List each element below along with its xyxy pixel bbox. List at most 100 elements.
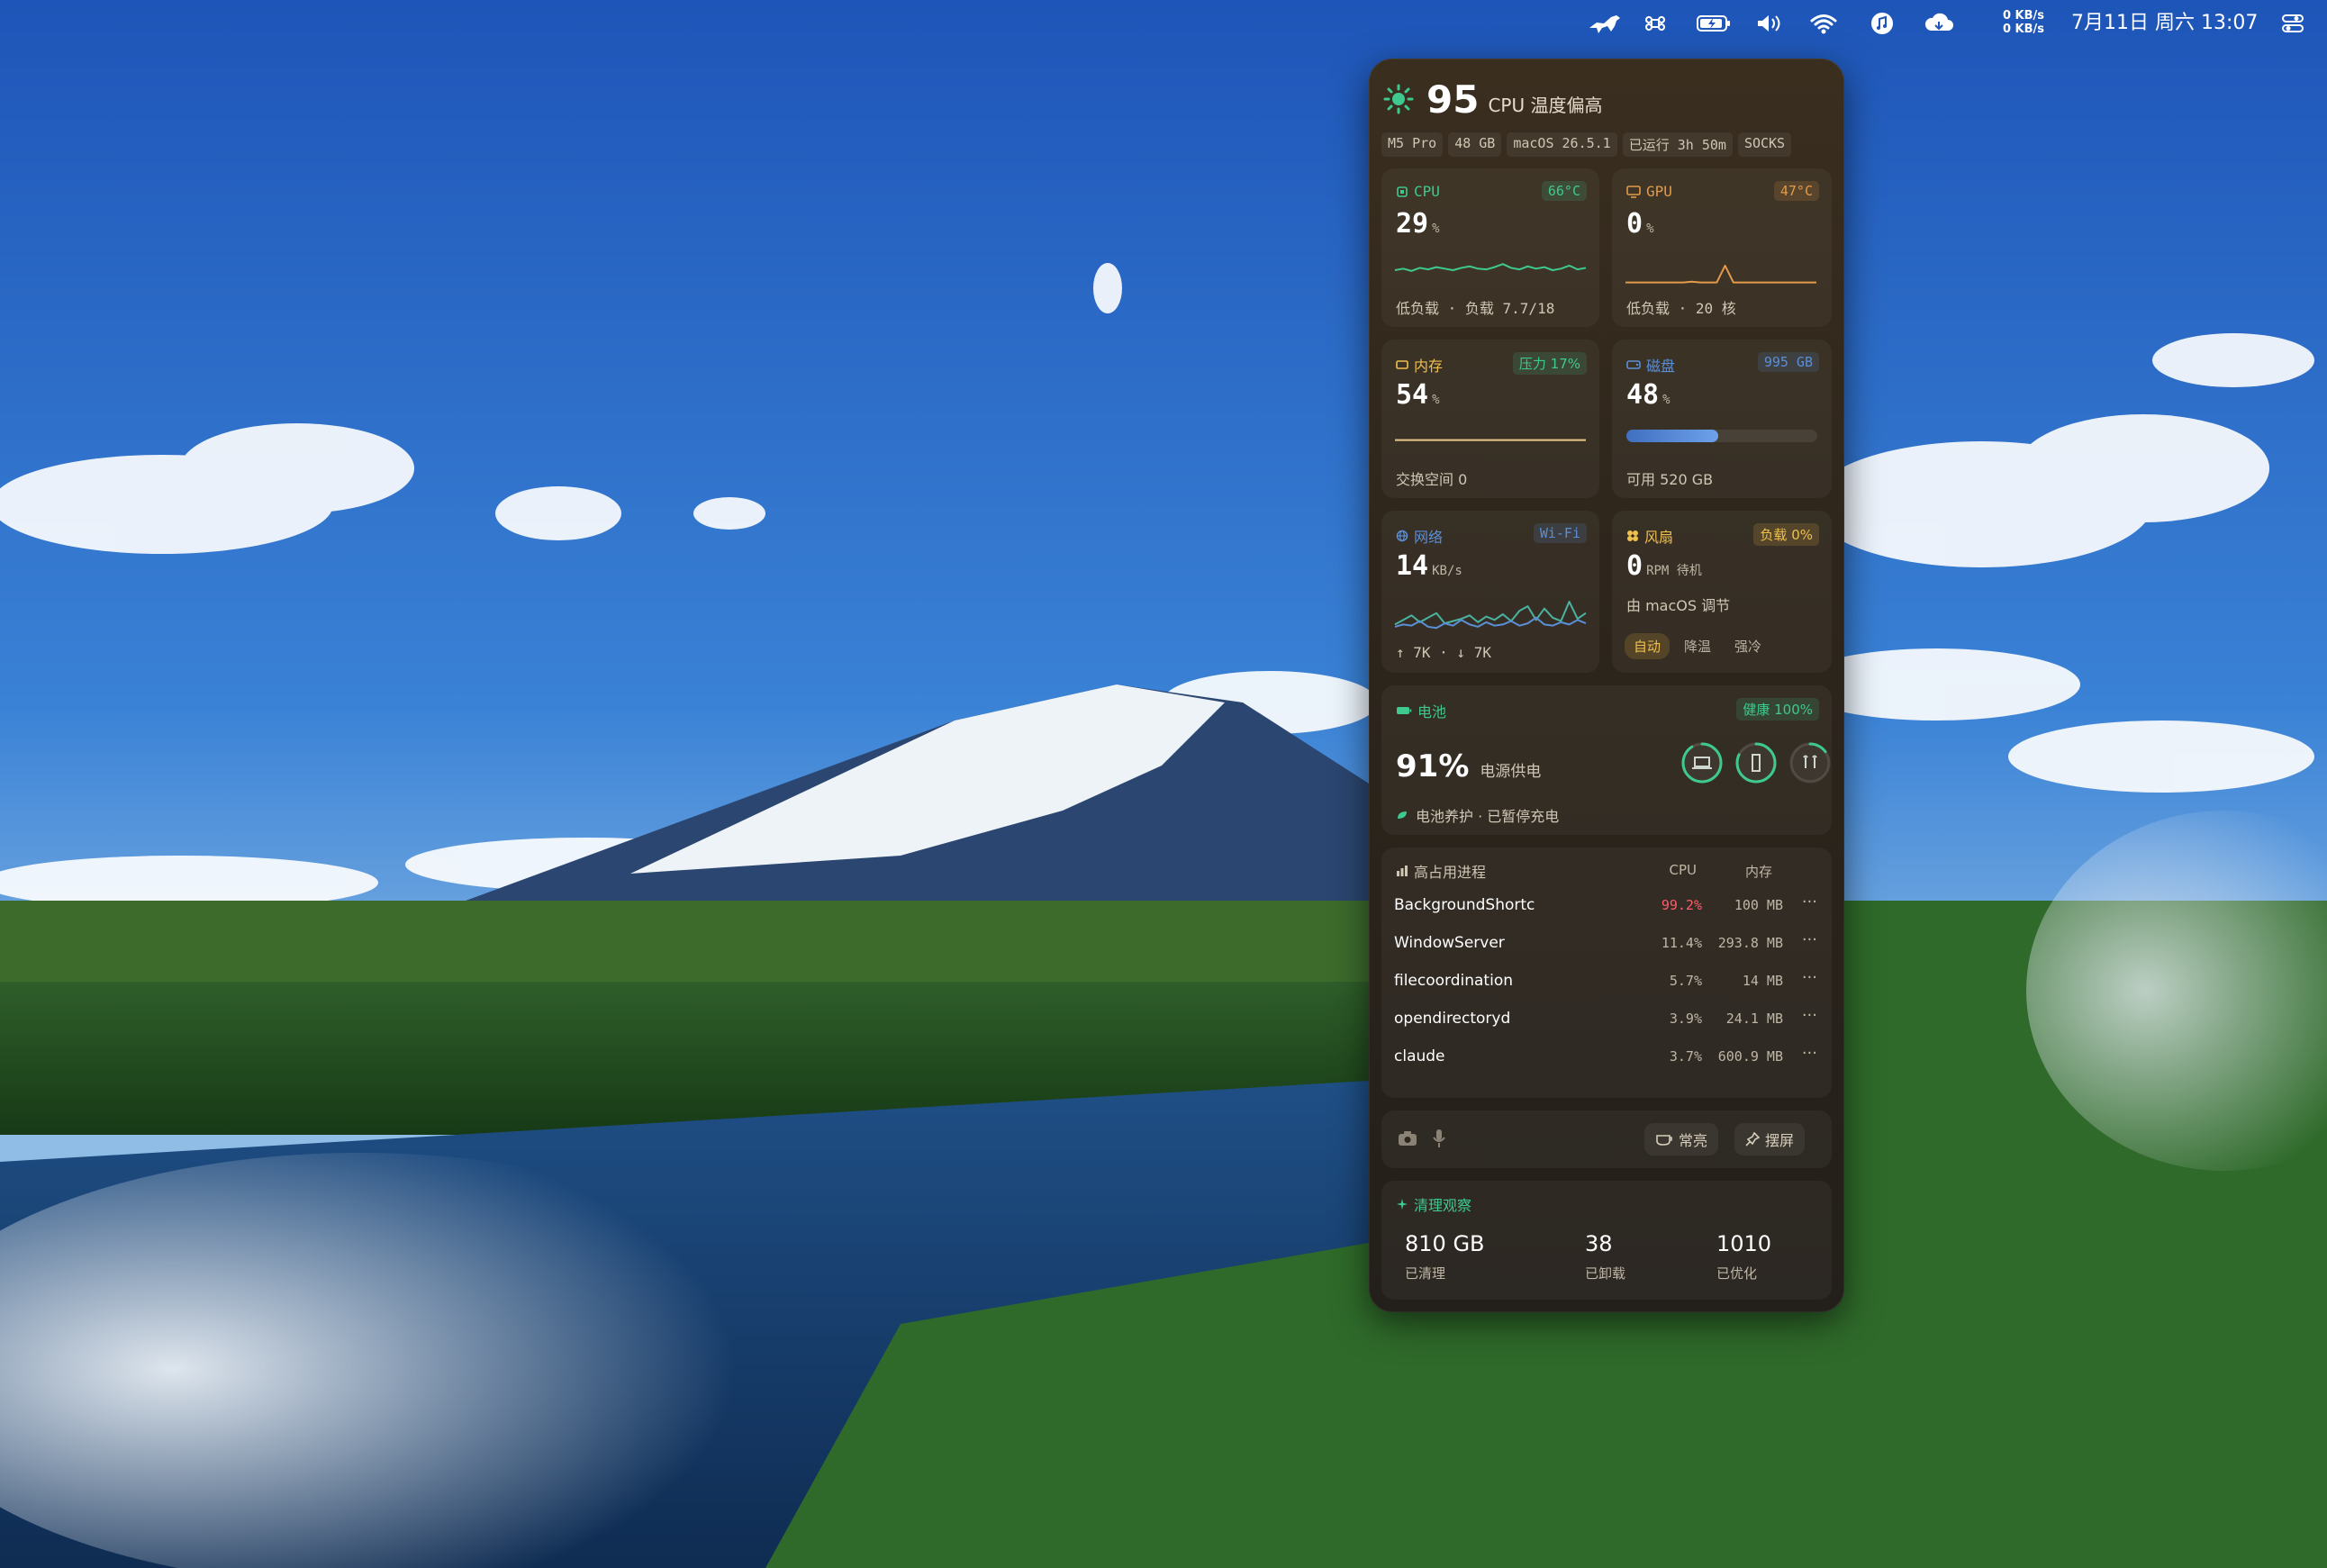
control-center-icon[interactable] xyxy=(2275,0,2311,47)
network-sparkline xyxy=(1394,601,1587,630)
cleanup-card[interactable]: 清理观察 810 GB 已清理 38 已卸载 1010 已优化 xyxy=(1381,1181,1832,1300)
process-mem: 600.9 MB xyxy=(1717,1048,1783,1065)
fan-subtext: 由 macOS 调节 xyxy=(1626,597,1731,614)
more-icon[interactable]: ··· xyxy=(1802,1044,1817,1063)
chip-chip: M5 Pro xyxy=(1381,132,1444,157)
cpu-card[interactable]: CPU 66°C 29% 低负载 · 负载 7.7/18 xyxy=(1381,168,1599,327)
disk-title: 磁盘 xyxy=(1646,358,1676,375)
battery-small-icon xyxy=(1397,707,1412,714)
disk-usage-bar xyxy=(1626,430,1817,442)
table-row[interactable]: claude 3.7% 600.9 MB ··· xyxy=(1381,1038,1830,1076)
disk-card-title: 磁盘 xyxy=(1626,354,1675,376)
fan-mode-auto[interactable]: 自动 xyxy=(1625,633,1671,659)
desktop-wallpaper xyxy=(0,0,2327,1568)
cpu-sparkline xyxy=(1394,263,1587,272)
process-col-mem: 内存 xyxy=(1744,864,1772,880)
process-col-cpu: CPU xyxy=(1669,862,1698,878)
device-ring-phone[interactable] xyxy=(1734,741,1778,784)
fan-mode-switch: 自动 降温 强冷 xyxy=(1625,633,1770,659)
gpu-temp-badge: 47°C xyxy=(1773,181,1819,201)
net-down-text: 0 KB/s xyxy=(2002,23,2045,36)
battery-card[interactable]: 电池 健康 100% 91% 电源供电 电池养护 · 已暂停充电 xyxy=(1381,685,1832,835)
monitor-icon xyxy=(1626,185,1641,198)
memory-pressure-badge: 压力 17% xyxy=(1512,352,1587,375)
microphone-icon[interactable] xyxy=(1432,1128,1446,1148)
memory-value: 54% xyxy=(1396,379,1440,411)
process-name: opendirectoryd xyxy=(1394,1010,1511,1028)
memory-card[interactable]: 内存 压力 17% 54% 交换空间 0 xyxy=(1381,340,1599,498)
network-value: 14 KB/s xyxy=(1396,550,1462,582)
memory-sparkline xyxy=(1395,439,1586,441)
keep-awake-button[interactable]: 常亮 xyxy=(1644,1123,1719,1156)
command-icon[interactable] xyxy=(1639,0,1671,47)
process-cpu: 3.7% xyxy=(1669,1048,1702,1065)
fan-load-badge: 负载 0% xyxy=(1753,523,1819,546)
process-mem: 14 MB xyxy=(1742,973,1783,989)
disk-card[interactable]: 磁盘 995 GB 48% 可用 520 GB xyxy=(1612,340,1832,498)
dinosaur-icon[interactable] xyxy=(1585,0,1626,47)
pin-label: 摆屏 xyxy=(1765,1132,1795,1149)
network-footer: ↑ 7K · ↓ 7K xyxy=(1396,644,1491,661)
gpu-footer: 低负载 · 20 核 xyxy=(1626,300,1736,317)
system-monitor-panel: 95 CPU 温度偏高 M5 Pro 48 GB macOS 26.5.1 已运… xyxy=(1369,59,1844,1312)
disk-size-badge: 995 GB xyxy=(1757,352,1819,372)
leaf-icon xyxy=(1398,811,1407,819)
fan-card[interactable]: 风扇 负载 0% 0 RPM 待机 由 macOS 调节 自动 降温 强冷 xyxy=(1612,511,1832,673)
fan-mode-max[interactable]: 强冷 xyxy=(1725,633,1770,659)
process-card: 高占用进程 CPU 内存 BackgroundShortc 99.2% 100 … xyxy=(1381,847,1832,1098)
music-icon[interactable] xyxy=(1864,0,1900,47)
keep-awake-label: 常亮 xyxy=(1679,1132,1708,1149)
quick-actions-bar: 常亮 摆屏 xyxy=(1381,1110,1832,1168)
volume-icon[interactable] xyxy=(1752,0,1788,47)
network-up-line xyxy=(1394,601,1587,626)
process-cpu: 3.9% xyxy=(1669,1011,1702,1027)
gpu-value: 0% xyxy=(1626,208,1654,240)
gpu-card[interactable]: GPU 47°C 0% 低负载 · 20 核 xyxy=(1612,168,1832,327)
battery-level: 91% 电源供电 xyxy=(1396,748,1541,784)
battery-source: 电源供电 xyxy=(1480,763,1542,781)
table-row[interactable]: BackgroundShortc 99.2% 100 MB ··· xyxy=(1381,887,1830,925)
table-row[interactable]: WindowServer 11.4% 293.8 MB ··· xyxy=(1381,925,1830,963)
table-row[interactable]: opendirectoryd 3.9% 24.1 MB ··· xyxy=(1381,1001,1830,1038)
process-cpu: 11.4% xyxy=(1661,935,1702,951)
network-card[interactable]: 网络 Wi-Fi 14 KB/s ↑ 7K · ↓ 7K xyxy=(1381,511,1599,673)
battery-health-badge: 健康 100% xyxy=(1736,698,1819,721)
more-icon[interactable]: ··· xyxy=(1802,1006,1817,1025)
network-card-title: 网络 xyxy=(1396,525,1443,547)
camera-icon[interactable] xyxy=(1398,1130,1417,1147)
wifi-icon[interactable] xyxy=(1806,0,1842,47)
disk-value: 48% xyxy=(1626,379,1671,411)
more-icon[interactable]: ··· xyxy=(1802,893,1817,911)
network-speed-readout[interactable]: 0 KB/s 0 KB/s xyxy=(2001,9,2046,36)
fan-mode-cool[interactable]: 降温 xyxy=(1675,633,1720,659)
network-type-badge: Wi-Fi xyxy=(1533,523,1587,543)
pin-icon xyxy=(1745,1132,1760,1147)
battery-footer: 电池养护 · 已暂停充电 xyxy=(1396,804,1559,826)
device-ring-laptop[interactable] xyxy=(1680,741,1724,784)
table-row[interactable]: filecoordination 5.7% 14 MB ··· xyxy=(1381,963,1830,1001)
uninstalled-label: 已卸载 xyxy=(1585,1265,1626,1282)
more-icon[interactable]: ··· xyxy=(1802,930,1817,949)
sparkle-icon xyxy=(1397,1199,1408,1210)
menu-clock[interactable]: 7月11日 周六 13:07 xyxy=(2071,0,2258,47)
battery-percent: 91% xyxy=(1396,748,1470,784)
disk-icon xyxy=(1626,360,1641,369)
pin-button[interactable]: 摆屏 xyxy=(1734,1123,1806,1156)
cloud-icon[interactable] xyxy=(1918,0,1960,47)
process-title: 高占用进程 xyxy=(1414,864,1487,881)
menu-bar: 0 KB/s 0 KB/s 7月11日 周六 13:07 xyxy=(0,0,2327,47)
memory-card-title: 内存 xyxy=(1396,354,1443,376)
process-mem: 24.1 MB xyxy=(1725,1011,1783,1027)
panel-header: 95 CPU 温度偏高 xyxy=(1383,77,1602,122)
system-info-chips: M5 Pro 48 GB macOS 26.5.1 已运行 3h 50m SOC… xyxy=(1381,132,1792,157)
cpu-title: CPU xyxy=(1414,183,1440,200)
disk-usage-fill xyxy=(1626,430,1718,442)
cpu-line xyxy=(1394,263,1587,272)
chip-icon xyxy=(1397,186,1408,197)
health-score: 95 xyxy=(1426,77,1480,122)
bars-icon xyxy=(1397,866,1408,876)
more-icon[interactable]: ··· xyxy=(1802,968,1817,987)
battery-icon[interactable] xyxy=(1693,0,1734,47)
device-ring-airpods[interactable] xyxy=(1788,741,1832,784)
chip-memory: 48 GB xyxy=(1448,132,1502,157)
